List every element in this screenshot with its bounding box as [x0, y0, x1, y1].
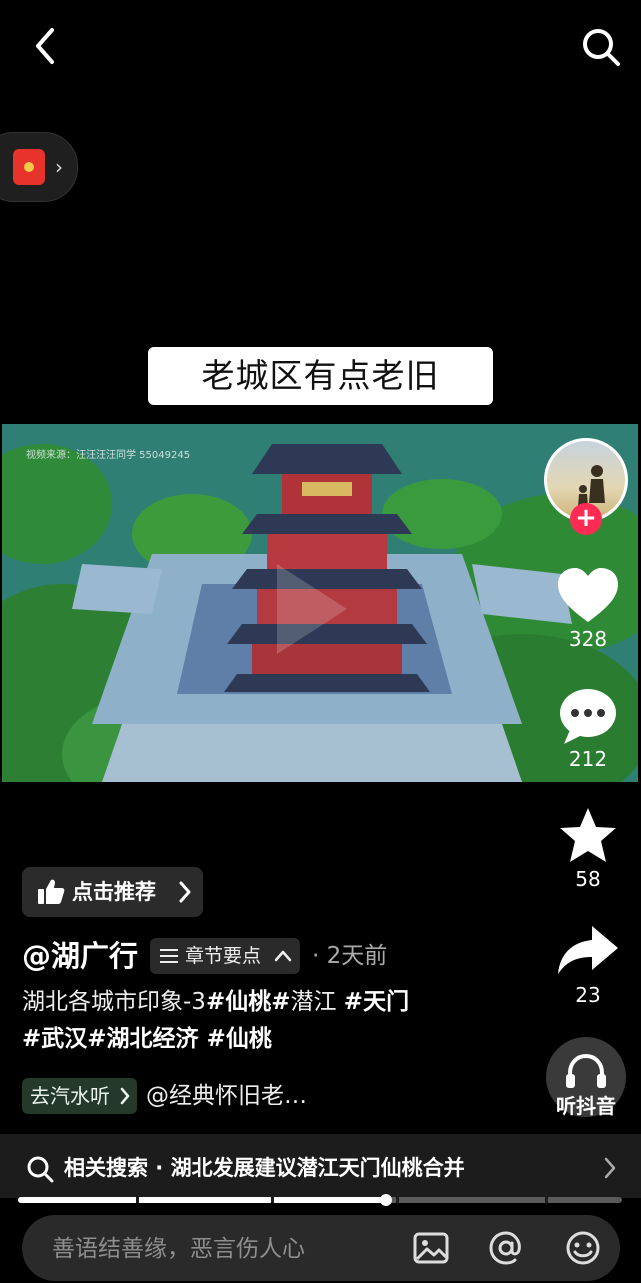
qishui-listen-label: 去汽水听: [30, 1084, 110, 1108]
list-icon: [160, 949, 178, 963]
comment-bubble-icon: [560, 689, 616, 744]
follow-button[interactable]: +: [570, 503, 602, 535]
comment-input[interactable]: [50, 1215, 394, 1283]
chevron-right-icon: [179, 881, 191, 903]
video-description: 湖北各城市印象-3#仙桃#潜江 #天门 #武汉#湖北经济 #仙桃: [22, 984, 532, 1058]
video-progress-bar[interactable]: [18, 1194, 622, 1206]
chapter-divider: [545, 1197, 548, 1203]
chevron-right-icon: [604, 1157, 616, 1179]
favorite-count: 58: [575, 867, 601, 891]
heart-icon: [558, 568, 618, 622]
search-icon: [583, 29, 620, 66]
music-name[interactable]: @经典怀旧老…: [146, 1078, 307, 1114]
thumbs-up-icon: [38, 879, 65, 904]
post-time: · 2天前: [312, 943, 388, 969]
search-button[interactable]: [580, 26, 622, 68]
video-caption: 老城区有点老旧: [148, 347, 493, 405]
hashtag[interactable]: #仙桃#: [206, 989, 291, 1015]
at-mention-icon[interactable]: [487, 1229, 525, 1267]
listen-douyin-label: 听抖音: [556, 1094, 616, 1118]
chapter-divider: [396, 1197, 399, 1203]
progress-handle[interactable]: [380, 1194, 393, 1206]
chevron-right-icon: [120, 1087, 130, 1105]
red-envelope-icon: [13, 149, 45, 185]
comment-bar: [22, 1215, 620, 1283]
chevron-left-icon: [36, 28, 54, 64]
comment-button[interactable]: [552, 686, 624, 746]
comment-count: 212: [568, 747, 608, 771]
emoji-icon[interactable]: [564, 1229, 602, 1267]
share-count: 23: [575, 983, 601, 1007]
video-player[interactable]: [2, 424, 638, 782]
hashtag-line[interactable]: #武汉#湖北经济 #仙桃: [22, 1026, 272, 1052]
related-search-bar[interactable]: 相关搜索 · 湖北发展建议潜江天门仙桃合并: [0, 1134, 641, 1198]
like-count: 328: [568, 627, 608, 651]
image-icon[interactable]: [412, 1229, 450, 1267]
qishui-listen-tag[interactable]: 去汽水听: [22, 1078, 137, 1114]
share-button[interactable]: [552, 922, 624, 982]
chapters-button[interactable]: 章节要点: [150, 938, 300, 974]
chevron-right-icon: ›: [55, 155, 63, 179]
description-text: 湖北各城市印象-3: [22, 989, 206, 1015]
related-search-text: 相关搜索 · 湖北发展建议潜江天门仙桃合并: [64, 1156, 465, 1180]
chapters-label: 章节要点: [185, 945, 262, 967]
share-arrow-icon: [558, 926, 618, 974]
author-name[interactable]: @湖广行: [22, 935, 138, 977]
recommend-label: 点击推荐: [72, 880, 156, 904]
favorite-button[interactable]: [552, 806, 624, 866]
red-packet-entry[interactable]: ›: [0, 132, 78, 202]
chapter-divider: [136, 1197, 139, 1203]
back-button[interactable]: [28, 24, 64, 68]
search-icon: [27, 1156, 54, 1183]
progress-fill: [18, 1197, 387, 1203]
star-icon: [560, 808, 616, 862]
hashtag[interactable]: #天门: [344, 989, 409, 1015]
description-text-2: 潜江: [290, 989, 344, 1015]
recommend-button[interactable]: 点击推荐: [22, 867, 203, 917]
video-frame: [2, 424, 638, 782]
chapter-divider: [271, 1197, 274, 1203]
chevron-up-icon: [274, 950, 292, 962]
video-watermark: 视频来源：汪汪汪汪同学 55049245: [26, 450, 191, 461]
like-button[interactable]: [552, 566, 624, 626]
